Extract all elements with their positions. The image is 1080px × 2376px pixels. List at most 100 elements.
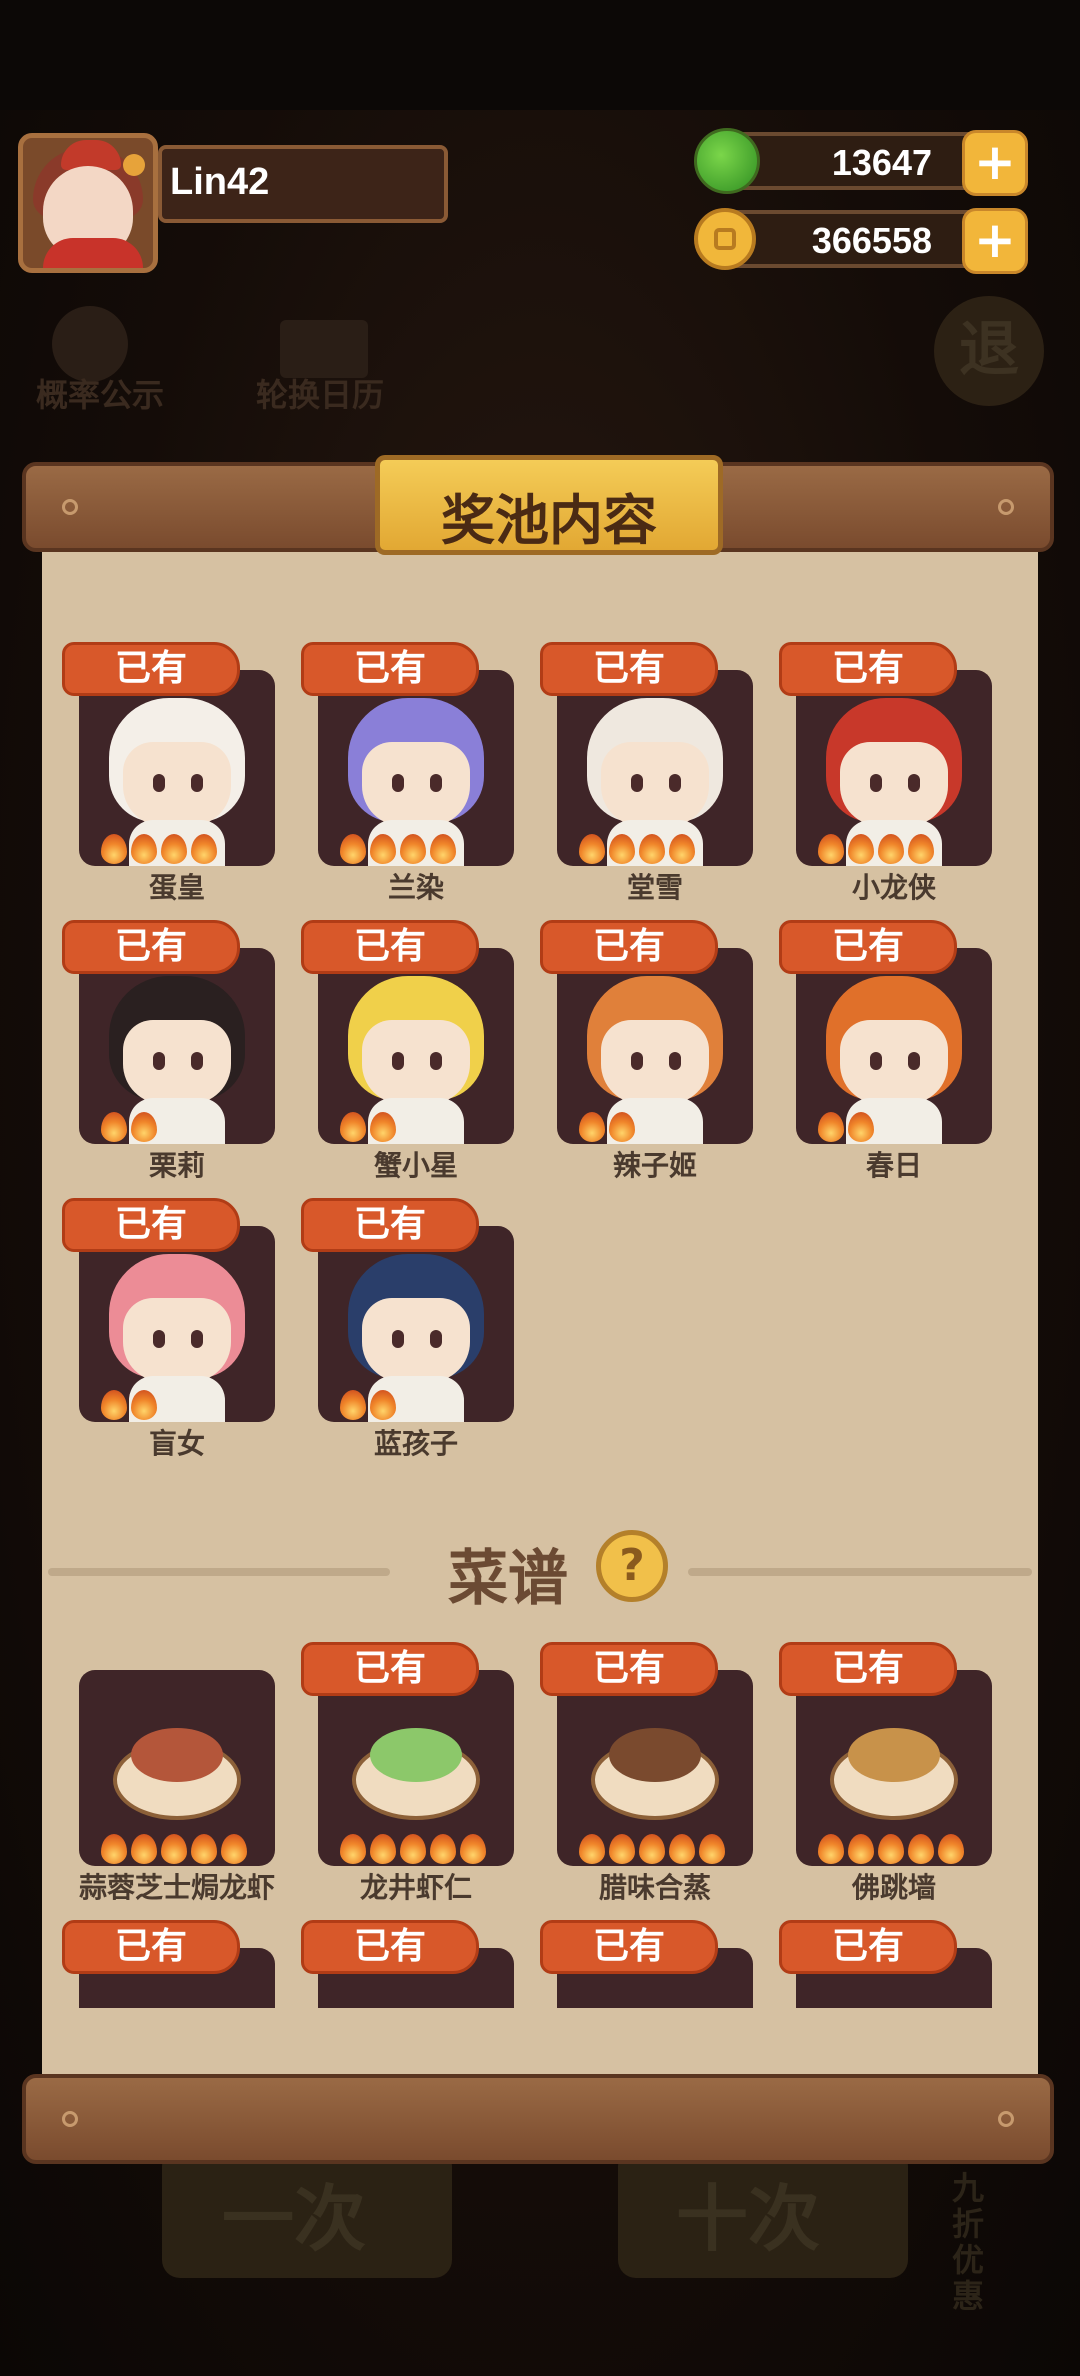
- character-portrait: [557, 670, 753, 866]
- recipe-image: [557, 1670, 753, 1866]
- character-portrait: [796, 670, 992, 866]
- character-card[interactable]: 已有 兰染: [301, 642, 514, 904]
- character-portrait: [318, 1226, 514, 1422]
- coin-value: 366558: [811, 220, 932, 261]
- eye: [191, 1330, 203, 1348]
- flame-icon: [370, 1112, 396, 1142]
- character-card[interactable]: 已有 栗莉: [62, 920, 275, 1182]
- recipe-name: 龙井虾仁: [359, 1871, 472, 1904]
- player-avatar[interactable]: [18, 133, 158, 273]
- recipe-card[interactable]: 已有: [779, 1920, 992, 2010]
- owned-badge: 已有: [540, 642, 718, 696]
- eye: [153, 1330, 165, 1348]
- recipe-card[interactable]: 已有龙井虾仁: [301, 1642, 514, 1904]
- character-portrait: [318, 670, 514, 866]
- flame-icon: [400, 834, 426, 864]
- owned-badge: 已有: [779, 1642, 957, 1696]
- flame-icon: [579, 1112, 605, 1142]
- character-card[interactable]: 已有堂雪: [540, 642, 753, 904]
- recipe-name: 佛跳墙: [851, 1871, 936, 1904]
- character-card[interactable]: 已有 蓝孩子: [301, 1198, 514, 1460]
- player-name: Lin42: [170, 161, 270, 203]
- character-card[interactable]: 已有 蛋皇: [62, 642, 275, 904]
- character-card[interactable]: 已有 小龙侠: [779, 642, 992, 904]
- character-face: [840, 742, 948, 826]
- flame-icon: [818, 1112, 844, 1142]
- flame-icon: [579, 1834, 605, 1864]
- add-jade-button[interactable]: +: [962, 130, 1028, 196]
- owned-badge: 已有: [62, 642, 240, 696]
- eye: [392, 1330, 404, 1348]
- flame-icon: [101, 834, 127, 864]
- eye: [870, 774, 882, 792]
- owned-badge: 已有: [62, 920, 240, 974]
- flame-icon: [848, 834, 874, 864]
- rarity-flames: [579, 1112, 639, 1142]
- character-face: [362, 742, 470, 826]
- character-card[interactable]: 已有 春日: [779, 920, 992, 1182]
- character-face: [362, 1298, 470, 1382]
- flame-icon: [639, 834, 665, 864]
- owned-badge: 已有: [779, 1920, 957, 1974]
- ten-draw-label: 十次: [676, 2177, 821, 2261]
- character-name: 蟹小星: [373, 1149, 458, 1182]
- flame-icon: [340, 1112, 366, 1142]
- flame-icon: [639, 1834, 665, 1864]
- character-name: 辣子姬: [612, 1149, 697, 1182]
- recipe-card[interactable]: 蒜蓉芝士焗龙虾: [62, 1642, 275, 1904]
- eye: [153, 774, 165, 792]
- flame-icon: [699, 1834, 725, 1864]
- recipe-card[interactable]: 已有: [540, 1920, 753, 2010]
- character-card[interactable]: 已有 蟹小星: [301, 920, 514, 1182]
- calendar-label[interactable]: 轮换日历: [256, 370, 384, 416]
- recipe-divider-right: [688, 1568, 1032, 1576]
- dish-food: [131, 1728, 223, 1782]
- recipe-card[interactable]: 已有佛跳墙: [779, 1642, 992, 1904]
- panel-title: 奖池内容: [441, 489, 657, 552]
- character-portrait: [796, 948, 992, 1144]
- character-card[interactable]: 已有辣子姬: [540, 920, 753, 1182]
- character-name: 蓝孩子: [373, 1427, 458, 1460]
- gold-coin-icon: [694, 208, 756, 270]
- coin-counter: 366558 +: [694, 208, 1028, 274]
- exit-button[interactable]: 退: [934, 296, 1044, 406]
- recipe-image: [318, 1670, 514, 1866]
- green-apple-icon: [694, 128, 760, 194]
- owned-badge: 已有: [540, 1642, 718, 1696]
- character-name: 小龙侠: [851, 871, 936, 904]
- character-card[interactable]: 已有 盲女: [62, 1198, 275, 1460]
- eye: [631, 1052, 643, 1070]
- character-face: [601, 742, 709, 826]
- flame-icon: [131, 834, 157, 864]
- probability-label[interactable]: 概率公示: [36, 370, 164, 416]
- character-face: [123, 1020, 231, 1104]
- eye: [430, 774, 442, 792]
- rarity-flames: [340, 834, 460, 864]
- character-face: [123, 1298, 231, 1382]
- recipe-name: 腊味合蒸: [598, 1871, 711, 1904]
- flame-icon: [609, 1112, 635, 1142]
- flame-icon: [370, 1834, 396, 1864]
- eye: [908, 774, 920, 792]
- owned-badge: 已有: [301, 642, 479, 696]
- flame-icon: [131, 1112, 157, 1142]
- recipe-card[interactable]: 已有: [301, 1920, 514, 2010]
- rarity-flames: [101, 1834, 251, 1864]
- flame-icon: [460, 1834, 486, 1864]
- character-name: 堂雪: [626, 871, 683, 904]
- recipe-name: 蒜蓉芝士焗龙虾: [78, 1871, 275, 1904]
- flame-icon: [340, 1834, 366, 1864]
- add-coins-button[interactable]: +: [962, 208, 1028, 274]
- flame-icon: [131, 1390, 157, 1420]
- player-name-box: Lin42: [158, 145, 448, 223]
- help-icon[interactable]: ?: [596, 1530, 668, 1602]
- rarity-flames: [579, 834, 699, 864]
- vip-badge-icon: [123, 154, 145, 176]
- flame-icon: [938, 1834, 964, 1864]
- jade-value: 13647: [831, 142, 932, 183]
- recipe-card[interactable]: 已有: [62, 1920, 275, 2010]
- owned-badge: 已有: [540, 920, 718, 974]
- owned-badge: 已有: [301, 1642, 479, 1696]
- recipe-card[interactable]: 已有腊味合蒸: [540, 1642, 753, 1904]
- flame-icon: [430, 834, 456, 864]
